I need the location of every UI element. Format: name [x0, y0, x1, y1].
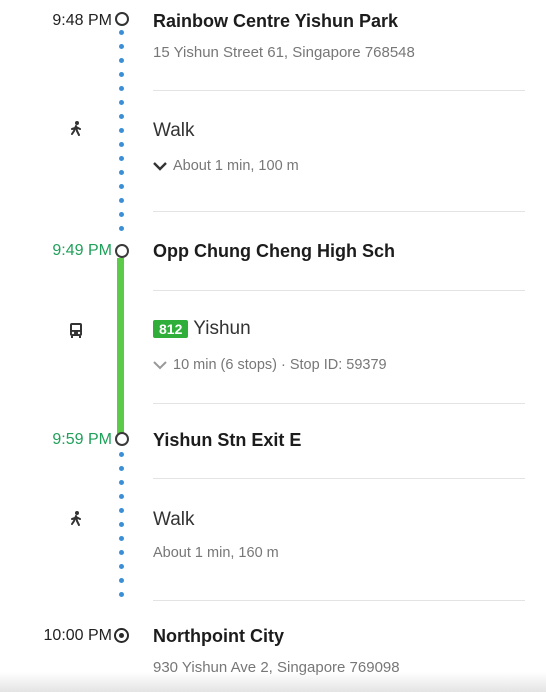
divider: [153, 290, 525, 291]
route-destination: Yishun: [193, 318, 251, 339]
walk-detail-text: About 1 min, 160 m: [153, 545, 279, 561]
walking-person-icon: [71, 511, 81, 526]
divider: [153, 403, 525, 404]
divider: [153, 478, 525, 479]
bus-board-stop-title[interactable]: Opp Chung Cheng High Sch: [153, 241, 395, 262]
origin-time: 9:48 PM: [52, 12, 112, 29]
chevron-down-icon: [153, 162, 167, 171]
bus-route-line: [117, 258, 124, 438]
bus-detail-text: 10 min (6 stops) · Stop ID: 59379: [173, 357, 387, 373]
destination-title[interactable]: Northpoint City: [153, 626, 284, 647]
bus-icon: [70, 323, 82, 338]
walk-dots-1: [119, 30, 125, 240]
route-number-badge: 812: [153, 319, 189, 338]
origin-node: [115, 12, 129, 26]
walk-mode-label: Walk: [153, 509, 195, 530]
bus-stop-node-1: [115, 244, 129, 258]
bus-alight-time: 9:59 PM: [52, 431, 112, 448]
origin-title[interactable]: Rainbow Centre Yishun Park: [153, 11, 398, 32]
walk-dots-2: [119, 452, 125, 606]
destination-time: 10:00 PM: [43, 627, 112, 644]
bus-route-row[interactable]: 812 Yishun: [153, 318, 251, 340]
bus-detail-toggle[interactable]: 10 min (6 stops) · Stop ID: 59379: [153, 357, 387, 373]
walk-detail-toggle[interactable]: About 1 min, 100 m: [153, 158, 299, 174]
walk-detail-text: About 1 min, 100 m: [173, 158, 299, 174]
walk-mode-label: Walk: [153, 120, 195, 141]
bottom-shadow: [0, 672, 546, 692]
destination-node: [114, 628, 129, 643]
divider: [153, 600, 525, 601]
chevron-down-icon: [153, 361, 167, 370]
bus-stop-node-2: [115, 432, 129, 446]
bus-board-time: 9:49 PM: [52, 242, 112, 259]
walking-person-icon: [71, 121, 81, 136]
bus-alight-stop-title[interactable]: Yishun Stn Exit E: [153, 430, 301, 451]
divider: [153, 90, 525, 91]
divider: [153, 211, 525, 212]
origin-address: 15 Yishun Street 61, Singapore 768548: [153, 44, 415, 61]
